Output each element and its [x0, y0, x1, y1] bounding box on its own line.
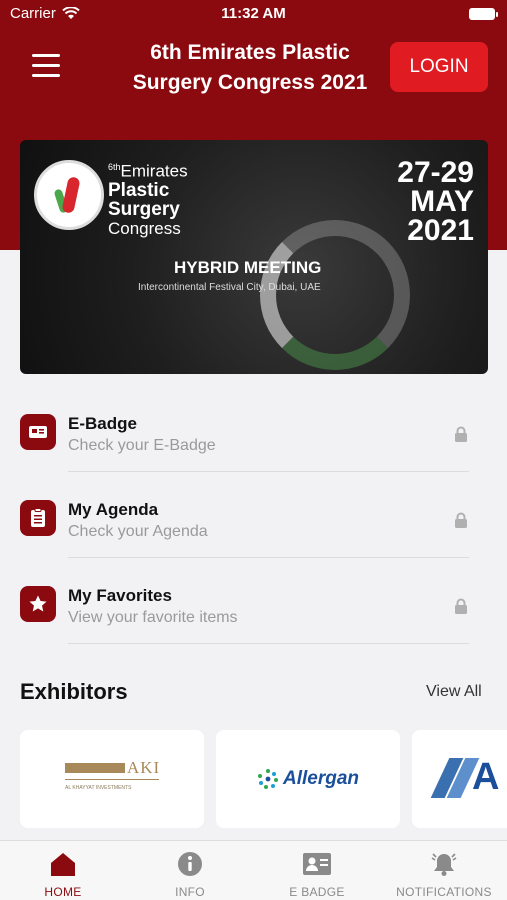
- app-header: 6th Emirates Plastic Surgery Congress 20…: [0, 30, 507, 110]
- tab-label: INFO: [175, 885, 205, 899]
- congress-logo-text: 6thEmirates Plastic Surgery Congress: [108, 158, 188, 238]
- aki-logo-name: AKI: [127, 758, 161, 777]
- logo-line-3: Surgery: [108, 198, 180, 220]
- dates-days: 27-29: [397, 156, 474, 189]
- page-title: 6th Emirates Plastic Surgery Congress 20…: [132, 41, 368, 94]
- banner-headline: HYBRID MEETING: [174, 258, 322, 277]
- allergan-logo: Allergan: [257, 768, 359, 790]
- badge-card-icon: [303, 853, 331, 875]
- exhibitor-card-allergan[interactable]: Allergan: [216, 730, 400, 828]
- aki-logo-caption: AL KHAYYAT INVESTMENTS: [65, 785, 132, 791]
- status-bar: Carrier 11:32 AM: [0, 0, 507, 30]
- exhibitor-card-aki[interactable]: AKI AL KHAYYAT INVESTMENTS: [20, 730, 204, 828]
- bell-icon: [431, 853, 457, 876]
- event-banner[interactable]: 6thEmirates Plastic Surgery Congress 27-…: [20, 140, 488, 374]
- allergan-logo-text: Allergan: [282, 768, 360, 789]
- feature-item-my-agenda[interactable]: My Agenda Check your Agenda: [0, 472, 507, 558]
- feature-item-e-badge[interactable]: E-Badge Check your E-Badge: [0, 386, 507, 472]
- feature-title: My Favorites: [68, 586, 172, 605]
- feature-subtitle: Check your Agenda: [68, 523, 208, 540]
- dates-year: 2021: [407, 214, 474, 247]
- tab-notifications[interactable]: NOTIFICATIONS: [381, 841, 507, 900]
- dates-month: MAY: [410, 185, 474, 218]
- logo-prefix: 6th: [108, 162, 121, 172]
- feature-subtitle: Check your E-Badge: [68, 437, 216, 454]
- battery-icon: [469, 8, 498, 20]
- feature-subtitle: View your favorite items: [68, 609, 238, 626]
- tab-home[interactable]: HOME: [0, 841, 126, 900]
- clock: 11:32 AM: [221, 5, 286, 22]
- congress-logo: [34, 160, 104, 230]
- logo-line-2: Plastic: [108, 179, 170, 201]
- tab-info[interactable]: INFO: [127, 841, 253, 900]
- agenda-icon: [20, 500, 56, 536]
- exhibitor-logo-partial: A: [430, 754, 500, 804]
- banner-decoration: [260, 220, 410, 370]
- feature-item-my-favorites[interactable]: My Favorites View your favorite items: [0, 558, 507, 644]
- exhibitors-title: Exhibitors: [20, 679, 128, 704]
- tab-label: NOTIFICATIONS: [396, 885, 492, 899]
- tab-e-badge[interactable]: E BADGE: [254, 841, 380, 900]
- logo-line-4: Congress: [108, 218, 181, 238]
- exhibitor-card-partial[interactable]: A: [412, 730, 507, 828]
- aki-logo: AKI AL KHAYYAT INVESTMENTS: [65, 757, 159, 801]
- feature-title: E-Badge: [68, 414, 137, 433]
- lock-icon: [455, 426, 467, 442]
- allergan-dots-icon: [257, 769, 278, 789]
- lock-icon: [455, 598, 467, 614]
- tab-label: HOME: [44, 885, 82, 899]
- view-all-link[interactable]: View All: [426, 683, 482, 701]
- tab-bar: HOME INFO E BADGE NOTIFICATIONS: [0, 840, 507, 900]
- login-button[interactable]: LOGIN: [390, 42, 488, 92]
- banner-venue: Intercontinental Festival City, Dubai, U…: [138, 282, 321, 293]
- menu-icon[interactable]: [32, 54, 60, 80]
- exhibitor-logo-letter: A: [472, 756, 500, 798]
- star-icon: [20, 586, 56, 622]
- badge-icon: [20, 414, 56, 450]
- tab-label: E BADGE: [289, 885, 345, 899]
- lock-icon: [455, 512, 467, 528]
- home-icon: [51, 853, 75, 876]
- info-icon: [178, 852, 202, 876]
- event-dates: 27-29 MAY 2021: [397, 156, 474, 247]
- feature-list: E-Badge Check your E-Badge My Agenda Che…: [0, 386, 507, 644]
- feature-title: My Agenda: [68, 500, 159, 519]
- logo-line-1: Emirates: [120, 161, 188, 181]
